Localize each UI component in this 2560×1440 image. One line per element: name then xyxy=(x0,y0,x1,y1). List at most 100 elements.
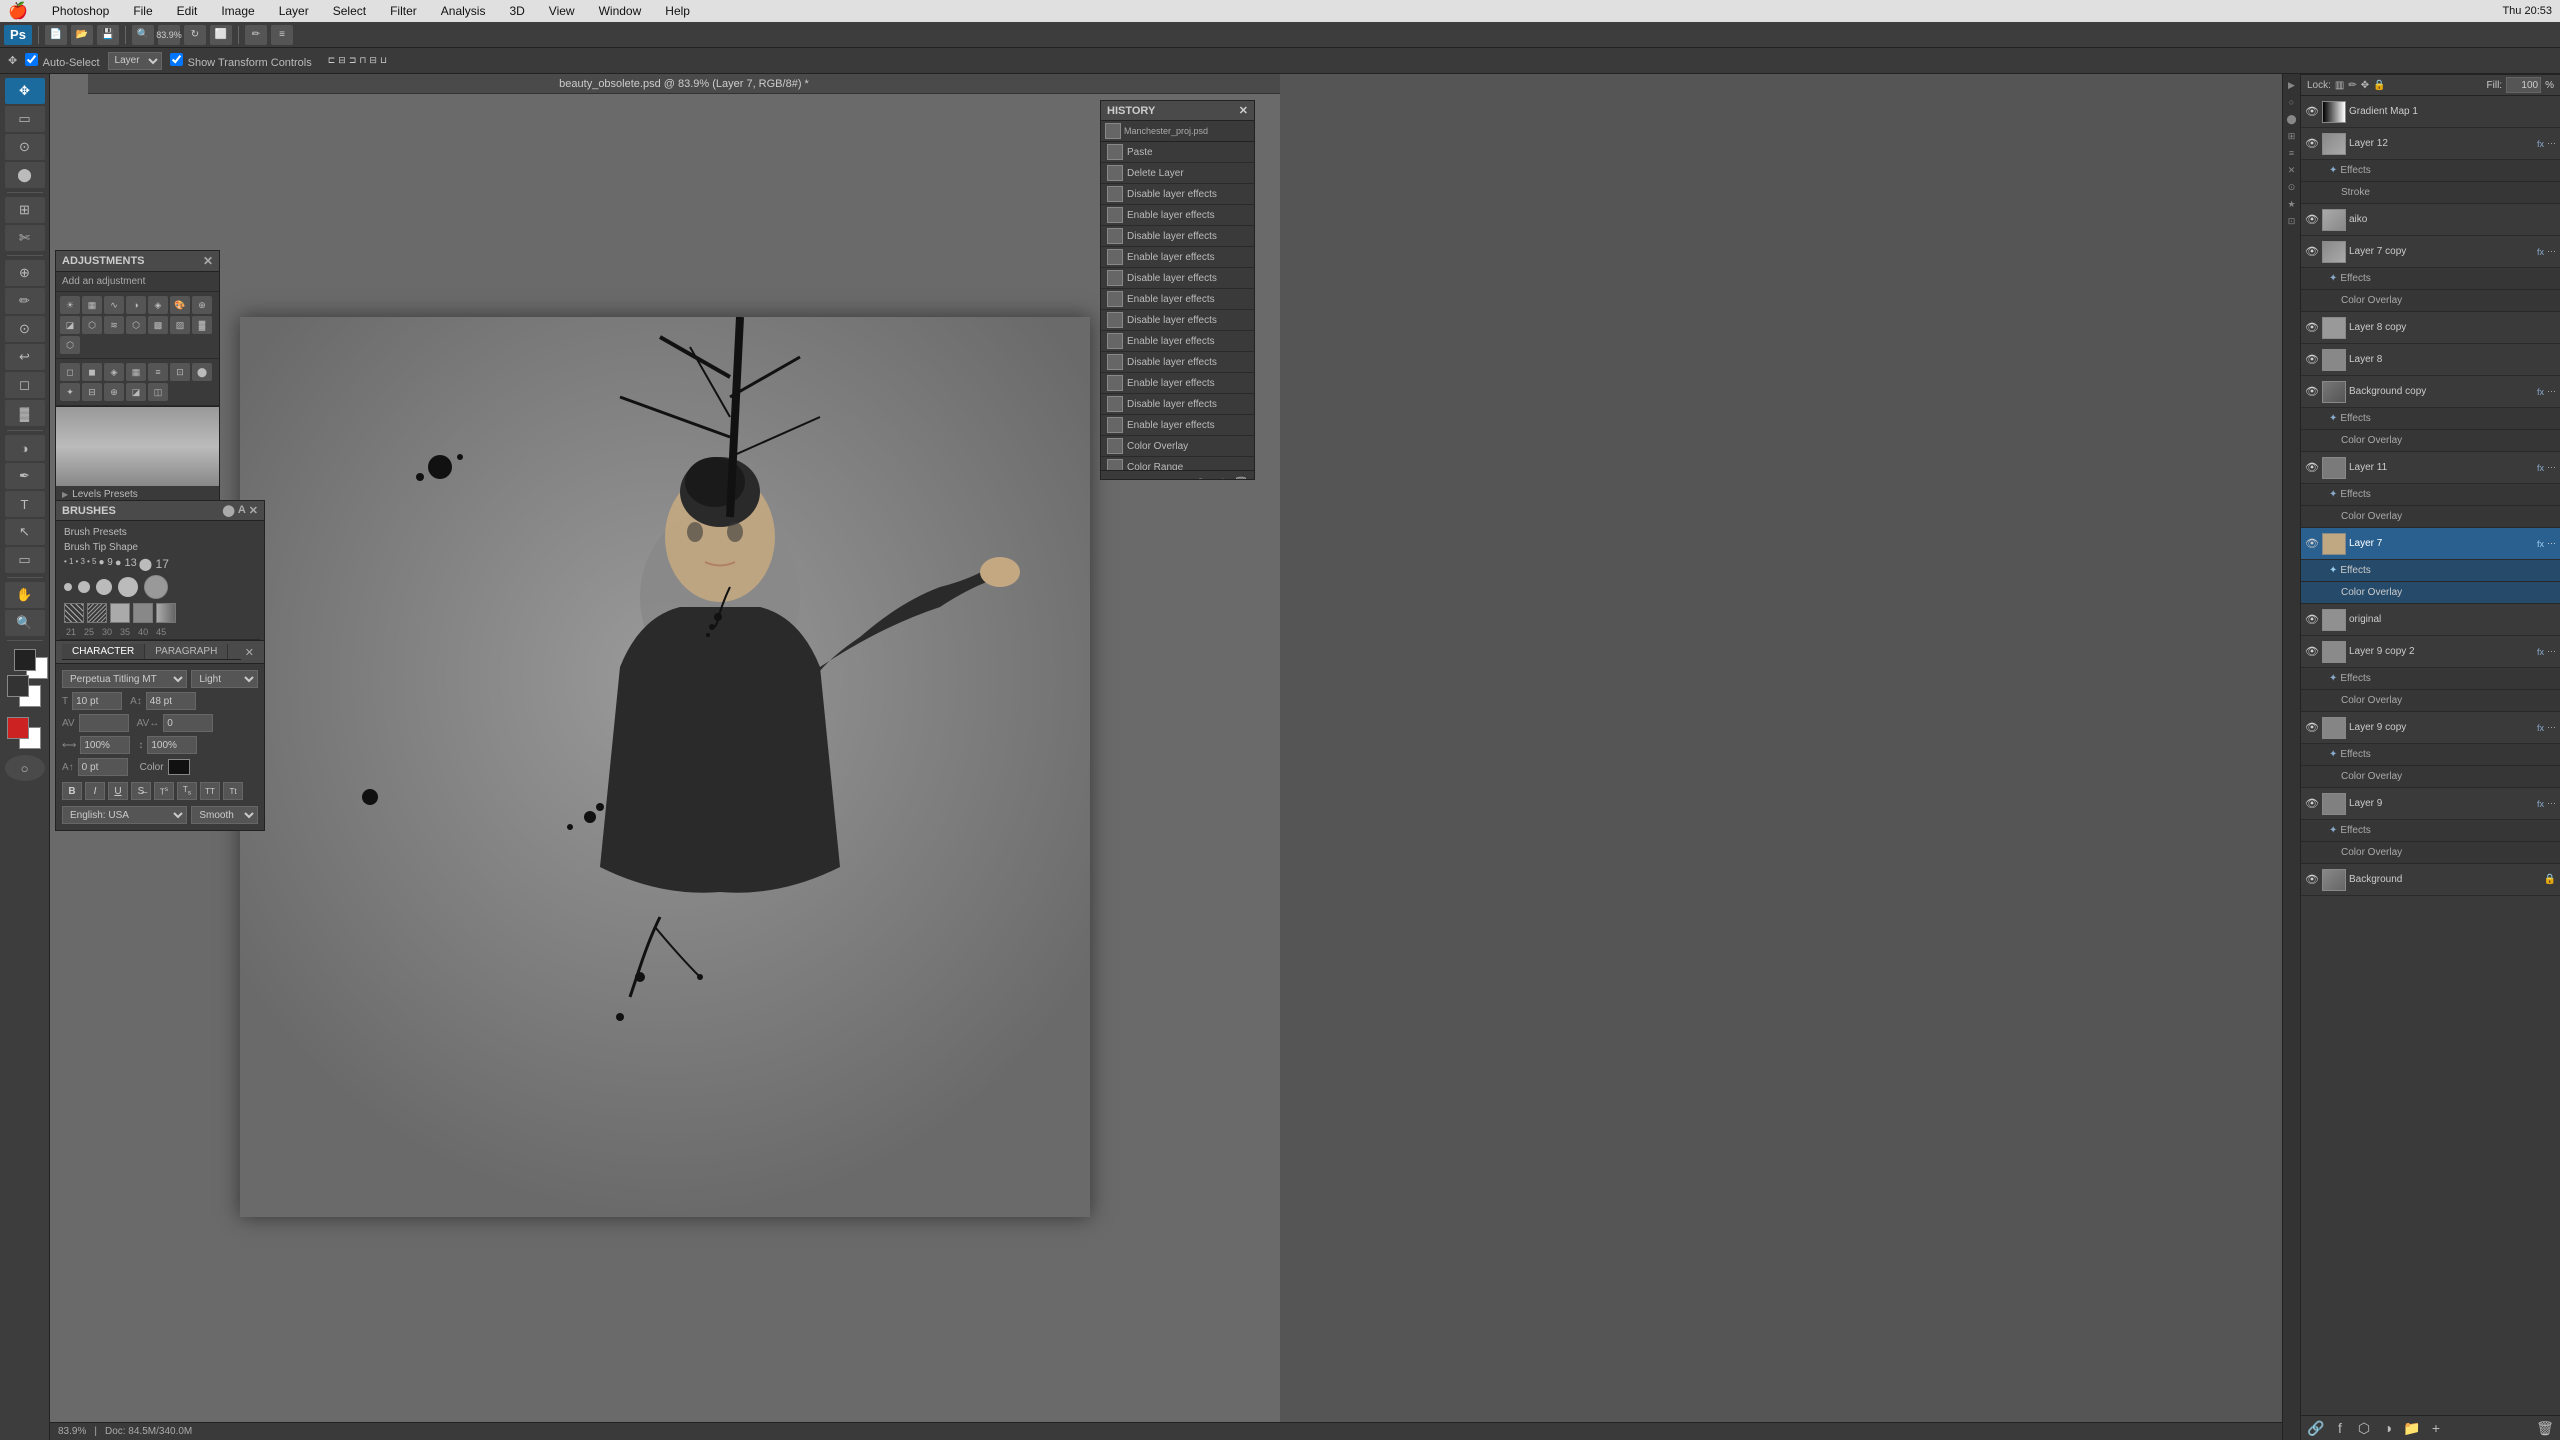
adj-bw-btn[interactable]: ◪ xyxy=(60,316,80,334)
bold-btn[interactable]: B xyxy=(62,782,82,800)
history-new-snap-btn[interactable]: 📷 xyxy=(1196,473,1214,480)
history-item-paste[interactable]: Paste xyxy=(1101,142,1254,163)
layer-layer-12[interactable]: 👁 Layer 12 fx ⋯ xyxy=(2301,128,2560,160)
open-btn[interactable]: 📂 xyxy=(71,25,93,45)
new-fill-adj-btn[interactable]: ◑ xyxy=(2379,1419,2397,1437)
subscript-btn[interactable]: Ts xyxy=(177,782,197,800)
adj-icon-r2-12[interactable]: ◫ xyxy=(148,383,168,401)
menu-image[interactable]: Image xyxy=(217,4,258,18)
menu-window[interactable]: Window xyxy=(595,4,646,18)
adj-icon-r2-4[interactable]: ▦ xyxy=(126,363,146,381)
layer-menu-layer-7-copy[interactable]: ⋯ xyxy=(2547,246,2556,257)
dodge-tool[interactable]: ◑ xyxy=(5,435,45,461)
layer-eye-layer-7-copy[interactable]: 👁 xyxy=(2305,245,2319,259)
zoom-in-btn[interactable]: 83.9% xyxy=(158,25,180,45)
layer-fx-layer-9-copy-2[interactable]: fx xyxy=(2537,647,2544,657)
superscript-btn[interactable]: Ts xyxy=(154,782,174,800)
crop-tool[interactable]: ⊞ xyxy=(5,197,45,223)
underline-btn[interactable]: U xyxy=(108,782,128,800)
adj-levels-btn[interactable]: ▦ xyxy=(82,296,102,314)
adj-icon-r2-10[interactable]: ⊕ xyxy=(104,383,124,401)
history-item-5[interactable]: Disable layer effects xyxy=(1101,226,1254,247)
brush-presets-item[interactable]: Brush Presets xyxy=(60,525,260,540)
new-file-btn[interactable]: 📄 xyxy=(45,25,67,45)
history-item-13[interactable]: Disable layer effects xyxy=(1101,394,1254,415)
history-item-11[interactable]: Disable layer effects xyxy=(1101,352,1254,373)
layer-layer-7-copy[interactable]: 👁 Layer 7 copy fx ⋯ xyxy=(2301,236,2560,268)
adj-icon-r2-7[interactable]: ⬤ xyxy=(192,363,212,381)
menu-edit[interactable]: Edit xyxy=(173,4,202,18)
new-group-btn[interactable]: 📁 xyxy=(2403,1419,2421,1437)
brush-sample-hard-xl[interactable] xyxy=(144,575,168,599)
adj-icon-r2-9[interactable]: ⊟ xyxy=(82,383,102,401)
menu-view[interactable]: View xyxy=(545,4,579,18)
baseline-input[interactable] xyxy=(78,758,128,776)
fill-input[interactable] xyxy=(2506,77,2541,93)
layer-sub-color-overlay-bg-copy[interactable]: Color Overlay xyxy=(2301,430,2560,452)
font-weight-select[interactable]: Light xyxy=(191,670,258,688)
strikethrough-btn[interactable]: S̶ xyxy=(131,782,151,800)
history-delete-btn[interactable]: 🗑 xyxy=(1232,473,1250,480)
layer-eye-gradient-map-1[interactable]: 👁 xyxy=(2305,105,2319,119)
layer-sub-effects-layer-12[interactable]: ✦ Effects xyxy=(2301,160,2560,182)
italic-btn[interactable]: I xyxy=(85,782,105,800)
layer-eye-layer-9-copy[interactable]: 👁 xyxy=(2305,721,2319,735)
quick-select-tool[interactable]: ⬤ xyxy=(5,162,45,188)
layer-eye-layer-9[interactable]: 👁 xyxy=(2305,797,2319,811)
text-color-swatch[interactable] xyxy=(168,759,190,775)
rsb-icon-9[interactable]: ⊡ xyxy=(2285,214,2299,228)
rsb-icon-1[interactable]: ▶ xyxy=(2285,78,2299,92)
history-close-btn[interactable]: ✕ xyxy=(1239,104,1248,117)
layer-layer-9[interactable]: 👁 Layer 9 fx ⋯ xyxy=(2301,788,2560,820)
quick-mask-btn[interactable]: ○ xyxy=(5,755,45,781)
layer-layer-9-copy[interactable]: 👁 Layer 9 copy fx ⋯ xyxy=(2301,712,2560,744)
rsb-icon-5[interactable]: ≡ xyxy=(2285,146,2299,160)
brushes-icon-2[interactable]: A xyxy=(238,504,246,517)
eyedropper-tool[interactable]: ✄ xyxy=(5,225,45,251)
layer-sub-color-overlay-11[interactable]: Color Overlay xyxy=(2301,506,2560,528)
lock-position-btn[interactable]: ✥ xyxy=(2361,80,2369,91)
adj-threshold-btn[interactable]: ▨ xyxy=(170,316,190,334)
history-item-10[interactable]: Enable layer effects xyxy=(1101,331,1254,352)
auto-select-type[interactable]: Layer Group xyxy=(108,52,162,70)
layer-layer-7[interactable]: 👁 Layer 7 fx ⋯ xyxy=(2301,528,2560,560)
scale-h-input[interactable] xyxy=(80,736,130,754)
layer-sub-effects-9c[interactable]: ✦ Effects xyxy=(2301,744,2560,766)
tab-character[interactable]: CHARACTER xyxy=(62,644,145,659)
history-item-color-range[interactable]: Color Range xyxy=(1101,457,1254,470)
save-btn[interactable]: 💾 xyxy=(97,25,119,45)
language-select[interactable]: English: USA xyxy=(62,806,187,824)
history-item-8[interactable]: Enable layer effects xyxy=(1101,289,1254,310)
brush-size-13[interactable]: ● 13 xyxy=(115,557,137,571)
layer-eye-layer-12[interactable]: 👁 xyxy=(2305,137,2319,151)
marquee-tool[interactable]: ▭ xyxy=(5,106,45,132)
menu-analysis[interactable]: Analysis xyxy=(437,4,490,18)
auto-select-checkbox[interactable] xyxy=(25,53,38,66)
brush-flat-2[interactable] xyxy=(133,603,153,623)
menu-photoshop[interactable]: Photoshop xyxy=(48,4,113,18)
layer-sub-effects-bg-copy[interactable]: ✦ Effects xyxy=(2301,408,2560,430)
smallcaps-btn[interactable]: Tt xyxy=(223,782,243,800)
adj-posterize-btn[interactable]: ▩ xyxy=(148,316,168,334)
layer-eye-layer-8[interactable]: 👁 xyxy=(2305,353,2319,367)
adj-exposure-btn[interactable]: ◑ xyxy=(126,296,146,314)
delete-layer-btn[interactable]: 🗑 xyxy=(2536,1419,2554,1437)
adj-hsl-btn[interactable]: 🎨 xyxy=(170,296,190,314)
apple-menu[interactable]: 🍎 xyxy=(8,1,28,21)
layer-sub-effects-7[interactable]: ✦ Effects xyxy=(2301,560,2560,582)
adj-selective-color-btn[interactable]: ⬡ xyxy=(60,336,80,354)
history-item-delete[interactable]: Delete Layer xyxy=(1101,163,1254,184)
layer-menu-layer-9-copy-2[interactable]: ⋯ xyxy=(2547,646,2556,657)
layer-background[interactable]: 👁 Background 🔒 xyxy=(2301,864,2560,896)
layer-sub-effects-7copy[interactable]: ✦ Effects xyxy=(2301,268,2560,290)
screen-mode-btn[interactable]: ⬜ xyxy=(210,25,232,45)
move-tool[interactable]: ✥ xyxy=(5,78,45,104)
layer-eye-layer-7[interactable]: 👁 xyxy=(2305,537,2319,551)
brush-sample-soft-xl[interactable] xyxy=(118,577,138,597)
foreground-color[interactable] xyxy=(14,649,36,671)
layer-menu-layer-12[interactable]: ⋯ xyxy=(2547,138,2556,149)
menu-layer[interactable]: Layer xyxy=(275,4,313,18)
layer-fx-layer-7[interactable]: fx xyxy=(2537,539,2544,549)
layer-menu-layer-11[interactable]: ⋯ xyxy=(2547,462,2556,473)
layer-gradient-map-1[interactable]: 👁 Gradient Map 1 xyxy=(2301,96,2560,128)
